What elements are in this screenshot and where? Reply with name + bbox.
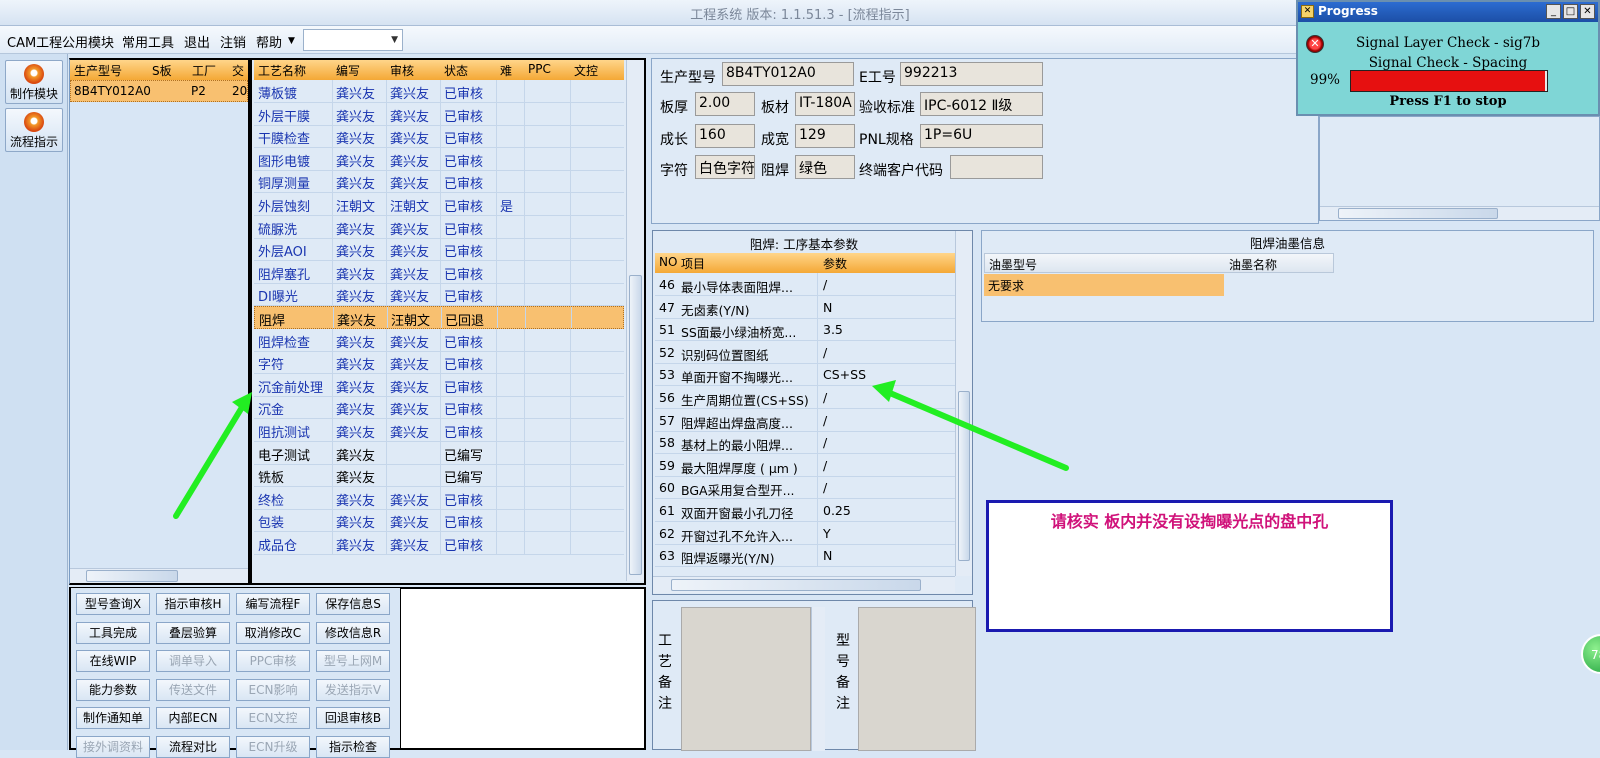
arrow-left — [173, 392, 252, 519]
arrow-right — [872, 380, 1069, 471]
annotation-arrows — [173, 380, 1069, 519]
